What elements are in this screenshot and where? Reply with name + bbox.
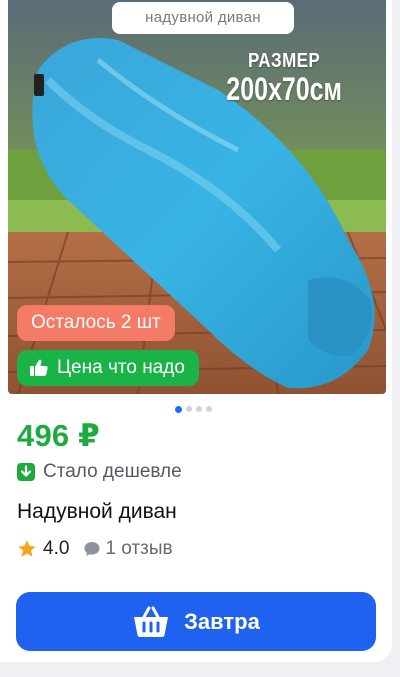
star-icon [18,540,36,557]
add-to-cart-label: Завтра [184,608,260,634]
basket-icon [134,606,169,637]
carousel-dot[interactable] [206,406,212,412]
carousel-dot-active[interactable] [175,405,182,413]
reviews-count: 1 отзыв [105,538,173,559]
rating-value: 4.0 [43,538,70,559]
product-title[interactable]: Надувной диван [17,500,177,524]
stock-badge: Осталось 2 шт [17,305,175,341]
good-price-badge: Цена что надо [17,350,199,386]
thumbs-up-icon [30,359,48,376]
price-drop-label: Стало дешевле [43,461,182,482]
carousel-dot[interactable] [196,406,202,412]
image-caption: надувной диван [112,2,294,34]
comment-icon [84,542,100,556]
rating-row[interactable]: 4.0 1 отзыв [17,538,173,560]
carousel-dot[interactable] [186,406,192,412]
price: 496 ₽ [17,418,100,453]
size-label-value: 200х70см [226,71,342,107]
carousel-dots[interactable] [175,405,212,413]
size-label-title: РАЗМЕР [247,50,320,72]
arrow-down-icon [17,463,35,481]
good-price-label: Цена что надо [57,357,185,378]
product-card[interactable]: надувной диван РАЗМЕР 200х70см Осталось … [0,0,392,662]
size-label: РАЗМЕР 200х70см [210,50,358,108]
add-to-cart-button[interactable]: Завтра [16,592,376,651]
price-drop-note: Стало дешевле [17,461,182,483]
